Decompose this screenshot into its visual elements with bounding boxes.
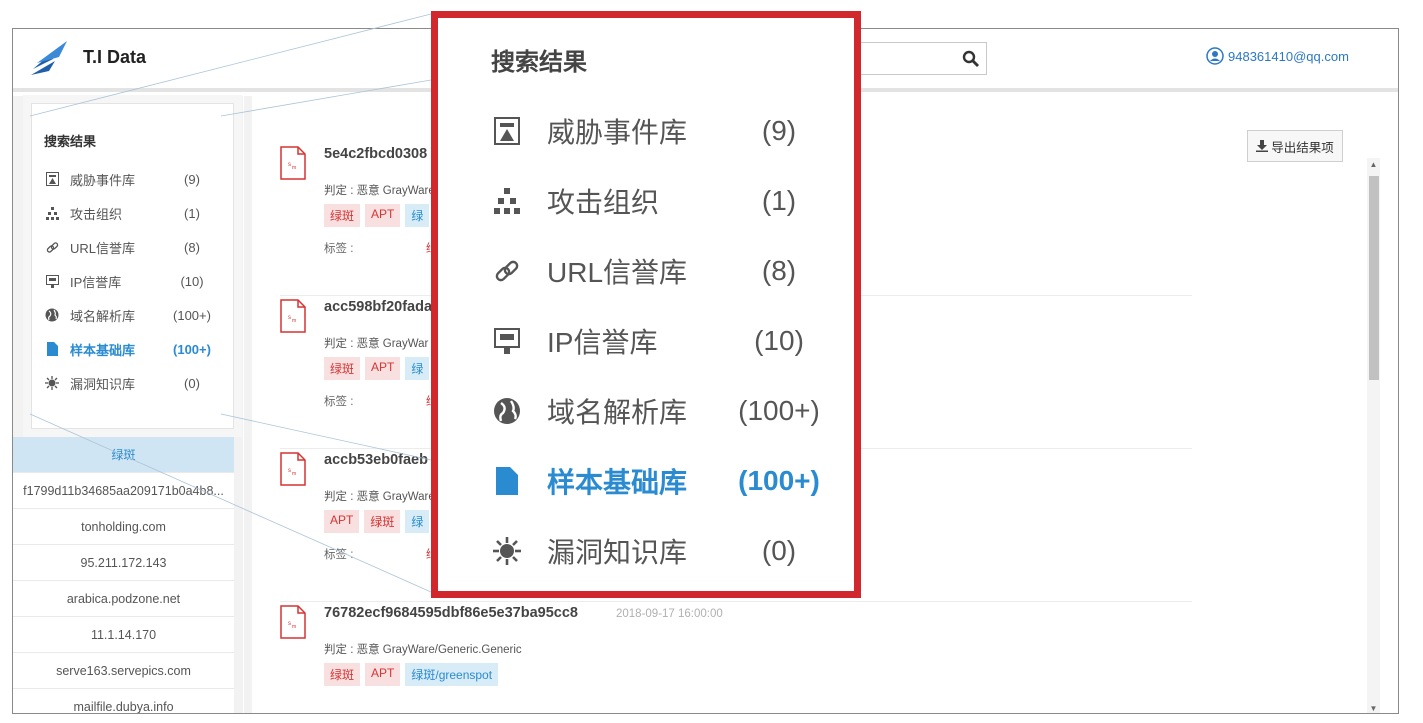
zoom-category-domain-resolution[interactable]: 域名解析库 (100+) (491, 388, 851, 434)
tag[interactable]: 绿斑/greenspot (405, 663, 499, 686)
category-sample-base[interactable]: 样本基础库 (100+) (44, 337, 224, 361)
filter-item[interactable]: 95.211.172.143 (13, 545, 234, 581)
pdf-file-icon: sm (280, 299, 306, 333)
filter-list: 绿斑 f1799d11b34685aa209171b0a4b8... tonho… (13, 437, 234, 713)
scroll-up-arrow[interactable]: ▲ (1367, 158, 1380, 172)
tag[interactable]: APT (365, 204, 401, 227)
result-date: 2018-09-17 16:00:00 (616, 608, 723, 620)
search-result-panel: 搜索结果 威胁事件库 (9) 攻击组织 (1) URL信誉库 (8) IP信誉库… (31, 103, 234, 429)
filter-item[interactable]: arabica.podzone.net (13, 581, 234, 617)
result-verdict: 判定 : 恶意 GrayWare (324, 491, 435, 503)
svg-text:m: m (292, 318, 296, 324)
tag[interactable]: 绿 (405, 357, 430, 380)
result-verdict: 判定 : 恶意 GrayWar (324, 338, 429, 350)
app-title: T.I Data (83, 47, 147, 67)
pdf-file-icon: sm (280, 146, 306, 180)
svg-text:s: s (288, 468, 291, 474)
tag-list: 绿斑 APT 绿 (324, 204, 430, 227)
zoom-category-url-reputation[interactable]: URL信誉库 (8) (491, 248, 851, 294)
pdf-file-icon: sm (280, 452, 306, 486)
scroll-thumb[interactable] (1369, 176, 1379, 380)
svg-text:s: s (288, 315, 291, 321)
ip-icon (44, 273, 60, 289)
pdf-file-icon: sm (280, 605, 306, 639)
svg-text:s: s (288, 621, 291, 627)
zoom-category-attack-orgs[interactable]: 攻击组织 (1) (491, 178, 851, 224)
filter-item[interactable]: serve163.servepics.com (13, 653, 234, 689)
panel-heading: 搜索结果 (44, 134, 97, 149)
scrollbar[interactable]: ▲ ▼ (1367, 158, 1380, 713)
tag[interactable]: 绿斑 (324, 357, 361, 380)
tag[interactable]: APT (365, 357, 401, 380)
attack-org-icon (44, 205, 60, 221)
result-hash-link[interactable]: accb53eb0faeb (324, 452, 428, 468)
category-domain-resolution[interactable]: 域名解析库 (100+) (44, 303, 224, 327)
result-verdict: 判定 : 恶意 GrayWare (324, 185, 435, 197)
filter-item[interactable]: 11.1.14.170 (13, 617, 234, 653)
tag-list: 绿斑 APT 绿斑/greenspot (324, 663, 499, 686)
result-verdict: 判定 : 恶意 GrayWare/Generic.Generic (324, 644, 522, 656)
result-hash-link[interactable]: 5e4c2fbcd0308 (324, 146, 427, 162)
category-vulnerability[interactable]: 漏洞知识库 (0) (44, 371, 224, 395)
file-icon (491, 465, 523, 497)
globe-icon (491, 395, 523, 427)
category-attack-orgs[interactable]: 攻击组织 (1) (44, 201, 224, 225)
logo (29, 39, 71, 82)
file-icon (44, 341, 60, 357)
zoom-category-vulnerability[interactable]: 漏洞知识库 (0) (491, 528, 851, 574)
zoomed-search-result-callout: 搜索结果 威胁事件库 (9) 攻击组织 (1) URL信誉库 (8) IP信誉库… (431, 11, 861, 598)
svg-text:m: m (292, 471, 296, 477)
link-icon (44, 239, 60, 255)
link-icon (491, 255, 523, 287)
svg-text:m: m (292, 624, 296, 630)
filter-item[interactable]: f1799d11b34685aa209171b0a4b8... (13, 473, 234, 509)
label-caption: 标签 : (324, 243, 354, 255)
tag[interactable]: 绿斑 (364, 510, 401, 533)
globe-icon (44, 307, 60, 323)
download-icon (1256, 140, 1269, 152)
label-caption: 标签 : (324, 549, 354, 561)
svg-text:m: m (292, 165, 296, 171)
zoom-category-sample-base[interactable]: 样本基础库 (100+) (491, 458, 851, 504)
export-results-button[interactable]: 导出结果项 (1247, 130, 1343, 162)
user-menu[interactable]: 948361410@qq.com (1206, 47, 1349, 65)
filter-item[interactable]: tonholding.com (13, 509, 234, 545)
label-caption: 标签 : (324, 396, 354, 408)
category-threat-events[interactable]: 威胁事件库 (9) (44, 167, 224, 191)
filter-item[interactable]: mailfile.dubya.info (13, 689, 234, 713)
threat-event-icon (491, 115, 523, 147)
zoom-category-threat-events[interactable]: 威胁事件库 (9) (491, 108, 851, 154)
category-ip-reputation[interactable]: IP信誉库 (10) (44, 269, 224, 293)
tag[interactable]: APT (324, 510, 360, 533)
ip-icon (491, 325, 523, 357)
tag[interactable]: 绿 (405, 204, 430, 227)
attack-org-icon (491, 185, 523, 217)
scroll-down-arrow[interactable]: ▼ (1367, 702, 1380, 713)
threat-event-icon (44, 171, 60, 187)
user-icon (1206, 47, 1224, 65)
result-hash-link[interactable]: acc598bf20fada (324, 299, 432, 315)
bug-icon (491, 535, 523, 567)
svg-text:s: s (288, 162, 291, 168)
user-email[interactable]: 948361410@qq.com (1228, 49, 1349, 64)
tag[interactable]: 绿 (405, 510, 430, 533)
callout-heading: 搜索结果 (491, 49, 587, 76)
tag[interactable]: 绿斑 (324, 204, 361, 227)
bug-icon (44, 375, 60, 391)
tag[interactable]: 绿斑 (324, 663, 361, 686)
zoom-category-ip-reputation[interactable]: IP信誉库 (10) (491, 318, 851, 364)
filter-item[interactable]: 绿斑 (13, 437, 234, 473)
search-icon[interactable] (962, 50, 980, 68)
tag[interactable]: APT (365, 663, 401, 686)
result-item: sm 76782ecf9684595dbf86e5e37ba95cc8 2018… (280, 605, 1192, 713)
category-url-reputation[interactable]: URL信誉库 (8) (44, 235, 224, 259)
result-hash-link[interactable]: 76782ecf9684595dbf86e5e37ba95cc8 (324, 605, 578, 621)
tag-list: APT 绿斑 绿 (324, 510, 430, 533)
tag-list: 绿斑 APT 绿 (324, 357, 430, 380)
